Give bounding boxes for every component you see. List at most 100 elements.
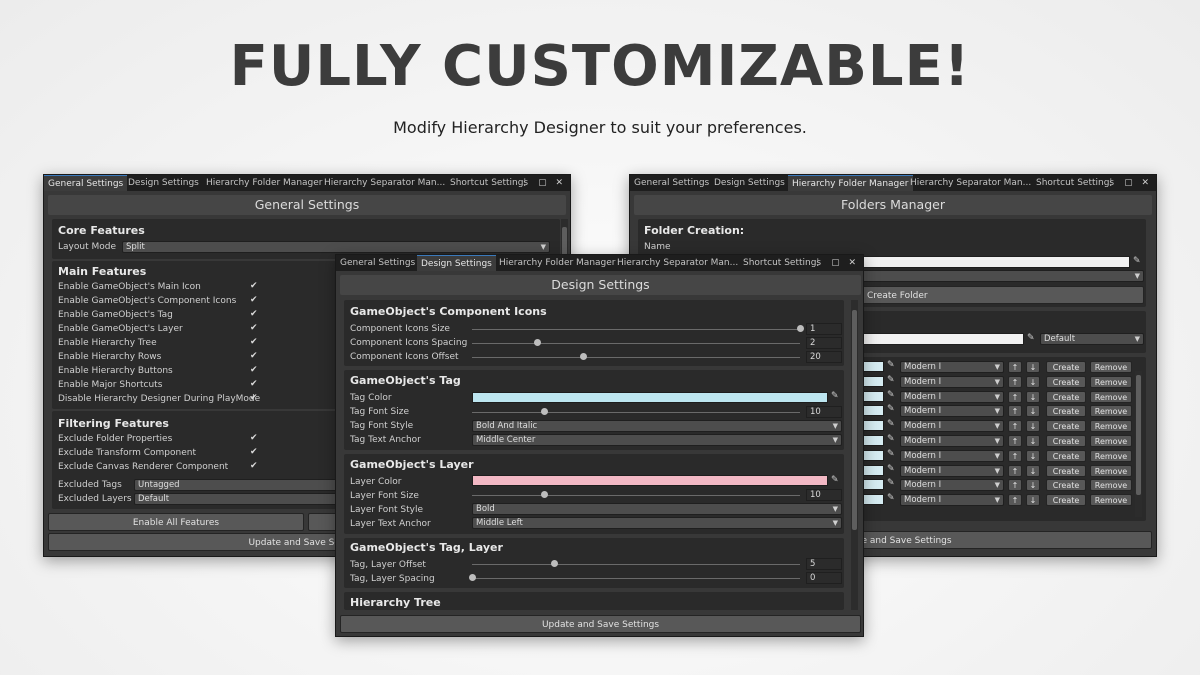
scrollbar-thumb[interactable]: [852, 310, 857, 530]
tab-hierarchy-separator-manager[interactable]: Hierarchy Separator Man...: [906, 175, 1035, 191]
eyedropper-icon[interactable]: ✎: [887, 375, 895, 385]
move-up-button[interactable]: ↑: [1008, 375, 1022, 388]
remove-button[interactable]: Remove: [1090, 435, 1132, 447]
create-button[interactable]: Create: [1046, 479, 1086, 492]
move-down-button[interactable]: ↓: [1026, 420, 1040, 433]
remove-button[interactable]: Remove: [1090, 494, 1132, 507]
slider-knob[interactable]: [580, 353, 588, 360]
move-down-button[interactable]: ↓: [1026, 479, 1040, 492]
checkbox-checked[interactable]: ✔: [250, 351, 258, 361]
folder-style-dropdown[interactable]: Modern I ▼: [900, 449, 1004, 462]
remove-button[interactable]: Remove: [1090, 479, 1132, 492]
update-save-settings-button[interactable]: Update and Save Settings: [340, 615, 861, 633]
layer-color-swatch[interactable]: [472, 475, 828, 486]
move-down-button[interactable]: ↓: [1026, 390, 1040, 403]
remove-button[interactable]: Remove: [1090, 390, 1132, 403]
remove-button[interactable]: Remove: [1090, 405, 1132, 418]
remove-button[interactable]: Remove: [1090, 361, 1132, 373]
tab-hierarchy-folder-manager[interactable]: Hierarchy Folder Manager: [202, 175, 327, 191]
eyedropper-icon[interactable]: ✎: [887, 434, 895, 444]
component-icons-size-field[interactable]: 1: [806, 323, 842, 335]
window-controls[interactable]: ⋮ ▢ ✕: [520, 175, 566, 191]
checkbox-checked[interactable]: ✔: [250, 295, 258, 305]
slider-knob[interactable]: [550, 560, 558, 567]
move-up-button[interactable]: ↑: [1008, 390, 1022, 403]
create-button[interactable]: Create: [1046, 494, 1086, 507]
create-button[interactable]: Create: [1046, 420, 1086, 433]
layout-mode-dropdown[interactable]: Split ▼: [122, 241, 550, 253]
slider-knob[interactable]: [540, 408, 548, 415]
move-up-button[interactable]: ↑: [1008, 435, 1022, 447]
move-down-button[interactable]: ↓: [1026, 405, 1040, 418]
eyedropper-icon[interactable]: ✎: [887, 464, 895, 474]
move-up-button[interactable]: ↑: [1008, 361, 1022, 373]
tab-design-settings[interactable]: Design Settings: [417, 255, 496, 271]
eyedropper-icon[interactable]: ✎: [831, 391, 839, 401]
move-up-button[interactable]: ↑: [1008, 405, 1022, 418]
checkbox-checked[interactable]: ✔: [250, 393, 258, 403]
tab-general-settings[interactable]: General Settings: [44, 175, 128, 191]
window-controls[interactable]: ⋮ ▢ ✕: [1106, 175, 1152, 191]
default-style-dropdown[interactable]: Default ▼: [1040, 333, 1144, 345]
slider-knob[interactable]: [796, 325, 804, 332]
layer-font-style-dropdown[interactable]: Bold ▼: [472, 503, 842, 515]
create-button[interactable]: Create: [1046, 449, 1086, 462]
create-button[interactable]: Create: [1046, 435, 1086, 447]
eyedropper-icon[interactable]: ✎: [887, 404, 895, 414]
tab-design-settings[interactable]: Design Settings: [710, 175, 789, 191]
tab-shortcut-settings[interactable]: Shortcut Settings: [739, 255, 825, 271]
component-icons-offset-field[interactable]: 20: [806, 351, 842, 363]
tab-hierarchy-separator-manager[interactable]: Hierarchy Separator Man...: [320, 175, 449, 191]
enable-all-features-button[interactable]: Enable All Features: [48, 513, 304, 531]
move-down-button[interactable]: ↓: [1026, 435, 1040, 447]
eyedropper-icon[interactable]: ✎: [831, 475, 839, 485]
checkbox-checked[interactable]: ✔: [250, 461, 258, 471]
tag-layer-spacing-field[interactable]: 0: [806, 572, 842, 584]
tab-general-settings[interactable]: General Settings: [336, 255, 419, 271]
checkbox-checked[interactable]: ✔: [250, 365, 258, 375]
checkbox-checked[interactable]: ✔: [250, 379, 258, 389]
create-button[interactable]: Create: [1046, 405, 1086, 418]
folder-style-dropdown[interactable]: Modern I ▼: [900, 420, 1004, 433]
scrollbar-thumb[interactable]: [1136, 375, 1141, 495]
checkbox-checked[interactable]: ✔: [250, 447, 258, 457]
eyedropper-icon[interactable]: ✎: [1027, 333, 1035, 343]
tag-font-style-dropdown[interactable]: Bold And Italic ▼: [472, 420, 842, 432]
move-down-button[interactable]: ↓: [1026, 494, 1040, 507]
default-color-input[interactable]: [856, 333, 1024, 345]
folder-style-dropdown[interactable]: Modern I ▼: [900, 479, 1004, 492]
tab-hierarchy-folder-manager[interactable]: Hierarchy Folder Manager: [495, 255, 620, 271]
scrollbar[interactable]: [1135, 371, 1142, 517]
move-up-button[interactable]: ↑: [1008, 464, 1022, 477]
checkbox-checked[interactable]: ✔: [250, 433, 258, 443]
eyedropper-icon[interactable]: ✎: [887, 419, 895, 429]
slider-track[interactable]: [472, 412, 800, 413]
folder-style-dropdown[interactable]: Modern I ▼: [900, 435, 1004, 447]
checkbox-checked[interactable]: ✔: [250, 309, 258, 319]
remove-button[interactable]: Remove: [1090, 420, 1132, 433]
create-button[interactable]: Create: [1046, 390, 1086, 403]
window-controls[interactable]: ⋮ ▢ ✕: [813, 255, 859, 271]
eyedropper-icon[interactable]: ✎: [887, 390, 895, 400]
move-down-button[interactable]: ↓: [1026, 449, 1040, 462]
eyedropper-icon[interactable]: ✎: [887, 360, 895, 370]
eyedropper-icon[interactable]: ✎: [887, 493, 895, 503]
slider-track[interactable]: [472, 578, 800, 579]
slider-track[interactable]: [472, 329, 800, 330]
move-up-button[interactable]: ↑: [1008, 479, 1022, 492]
eyedropper-icon[interactable]: ✎: [887, 478, 895, 488]
tab-shortcut-settings[interactable]: Shortcut Settings: [1032, 175, 1118, 191]
move-up-button[interactable]: ↑: [1008, 420, 1022, 433]
slider-knob[interactable]: [540, 491, 548, 498]
layer-text-anchor-dropdown[interactable]: Middle Left ▼: [472, 517, 842, 529]
slider-track[interactable]: [472, 564, 800, 565]
tag-color-swatch[interactable]: [472, 392, 828, 403]
move-down-button[interactable]: ↓: [1026, 375, 1040, 388]
create-button[interactable]: Create: [1046, 464, 1086, 477]
slider-track[interactable]: [472, 495, 800, 496]
tag-layer-offset-field[interactable]: 5: [806, 558, 842, 570]
component-icons-spacing-field[interactable]: 2: [806, 337, 842, 349]
folder-style-dropdown[interactable]: Modern I ▼: [900, 464, 1004, 477]
checkbox-checked[interactable]: ✔: [250, 323, 258, 333]
move-up-button[interactable]: ↑: [1008, 449, 1022, 462]
